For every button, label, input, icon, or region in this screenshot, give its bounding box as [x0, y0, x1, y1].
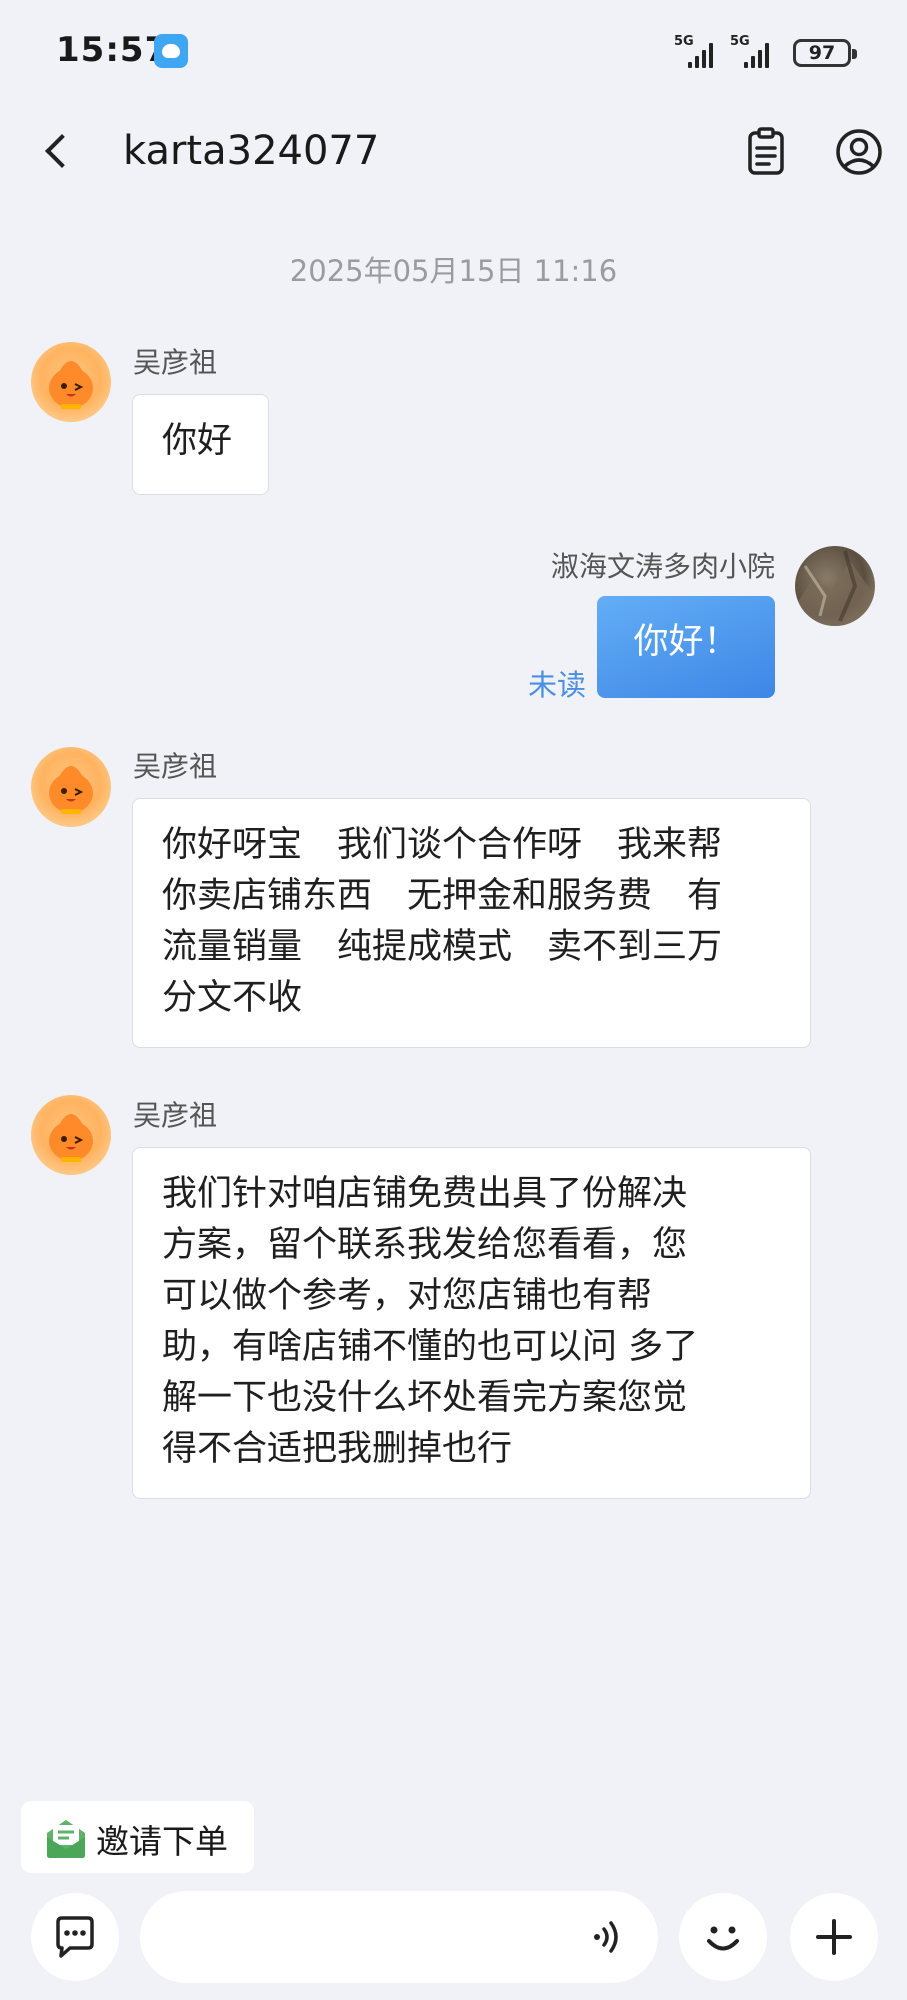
message-bubble-outgoing[interactable]: 你好！ [597, 596, 775, 698]
plus-icon [812, 1915, 856, 1963]
notes-icon[interactable] [738, 124, 794, 180]
message-line: 解一下也没什么坏处看完方案您觉 [162, 1378, 688, 1418]
app-notification-icon [154, 34, 188, 68]
invite-order-label: 邀请下单 [96, 1822, 228, 1861]
sender-avatar[interactable] [31, 342, 111, 422]
profile-icon[interactable] [831, 124, 887, 180]
my-avatar[interactable] [795, 546, 875, 626]
chat-title: karta324077 [123, 128, 380, 174]
message-line: 分文不收 [162, 978, 303, 1018]
message-line: 你卖店铺东西 无押金和服务费 有 [162, 876, 723, 916]
chat-timestamp: 2025年05月15日 11:16 [289, 254, 618, 288]
signal-2-icon: 5G [730, 34, 780, 68]
message-line: 流量销量 纯提成模式 卖不到三万 [162, 927, 723, 967]
message-line: 你好呀宝 我们谈个合作呀 我来帮 [162, 825, 723, 865]
message-input[interactable] [140, 1891, 658, 1983]
back-icon[interactable] [38, 128, 78, 176]
sender-name: 吴彦祖 [133, 750, 218, 783]
sender-name: 吴彦祖 [133, 346, 218, 379]
message-bubble[interactable]: 你好 [132, 394, 269, 495]
message-line: 方案，留个联系我发给您看看，您 [162, 1225, 688, 1265]
emoji-icon [696, 1910, 750, 1968]
signal-1-icon: 5G [674, 34, 722, 68]
message-line: 可以做个参考，对您店铺也有帮 [162, 1276, 653, 1316]
status-time: 15:57 [56, 30, 170, 70]
message-line: 助，有啥店铺不懂的也可以问 多了 [162, 1327, 699, 1367]
sender-avatar[interactable] [31, 1095, 111, 1175]
sender-name: 吴彦祖 [133, 1099, 218, 1132]
message-bubble[interactable]: 你好呀宝 我们谈个合作呀 我来帮 你卖店铺东西 无押金和服务费 有 流量销量 纯… [132, 798, 811, 1048]
plus-button[interactable] [790, 1893, 878, 1981]
emoji-button[interactable] [679, 1893, 767, 1981]
message-bubble[interactable]: 我们针对咱店铺免费出具了份解决 方案，留个联系我发给您看看，您 可以做个参考，对… [132, 1147, 811, 1499]
sender-avatar[interactable] [31, 747, 111, 827]
battery-indicator: 97 [793, 39, 857, 67]
invite-icon [43, 1815, 89, 1865]
chat-icon [50, 1912, 100, 1966]
voice-icon[interactable] [587, 1915, 631, 1963]
unread-status: 未读 [528, 668, 587, 702]
message-line: 我们针对咱店铺免费出具了份解决 [162, 1174, 688, 1214]
message-line: 得不合适把我删掉也行 [162, 1429, 513, 1469]
chat-menu-button[interactable] [31, 1893, 119, 1981]
my-name: 淑海文涛多肉小院 [550, 550, 775, 583]
invite-order-button[interactable]: 邀请下单 [21, 1801, 254, 1873]
